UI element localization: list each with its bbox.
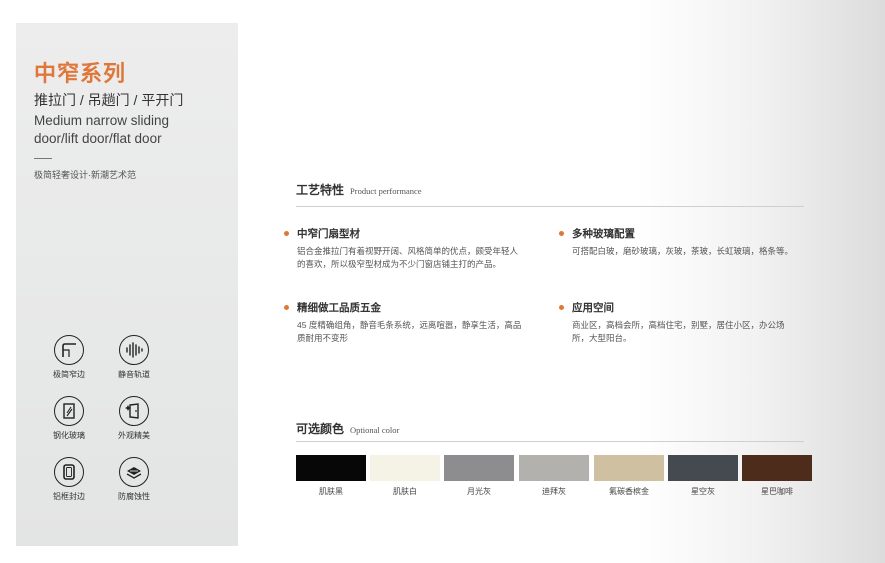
- feature-narrow-edge: 极简窄边: [36, 335, 102, 380]
- color-swatch[interactable]: 星巴咖啡: [742, 455, 812, 497]
- process-title: 中窄门扇型材: [297, 228, 360, 240]
- section-divider: [296, 206, 804, 207]
- color-swatch[interactable]: 星空灰: [668, 455, 738, 497]
- feature-aluminum-edge: 铝框封边: [36, 457, 102, 502]
- process-description: 铝合金推拉门有着视野开阔、风格简单的优点，颇受年轻人的喜欢，所以极窄型材成为不少…: [297, 246, 519, 269]
- color-chip: [296, 455, 366, 481]
- bullet-dot: [559, 305, 564, 310]
- color-name: 氟碳香槟金: [609, 487, 649, 496]
- color-name: 迪拜灰: [542, 487, 566, 496]
- process-item: 精细做工品质五金 45 度精确组角，静音毛条系统，远离喧嚣，静享生活，高品质耐用…: [284, 300, 524, 345]
- feature-label: 铝框封边: [53, 492, 85, 501]
- bullet-dot: [559, 231, 564, 236]
- feature-silent-track: 静音轨道: [101, 335, 167, 380]
- feature-tempered-glass: 钢化玻璃: [36, 396, 102, 441]
- section-subtitle: Product performance: [350, 186, 422, 196]
- series-english-name: Medium narrow sliding door/lift door/fla…: [34, 113, 170, 146]
- aluminum-frame-icon: [54, 457, 84, 487]
- color-swatch[interactable]: 肌肤黑: [296, 455, 366, 497]
- feature-anti-corrosion: 防腐蚀性: [101, 457, 167, 502]
- process-section-heading: 工艺特性 Product performance: [296, 181, 422, 198]
- door-sparkle-icon: [119, 396, 149, 426]
- color-swatch[interactable]: 氟碳香槟金: [594, 455, 664, 497]
- process-item: 多种玻璃配置 可搭配白玻，磨砂玻璃，灰玻，茶玻，长虹玻璃，格条等。: [559, 226, 799, 258]
- feature-fine-appearance: 外观精美: [101, 396, 167, 441]
- color-swatch[interactable]: 迪拜灰: [519, 455, 589, 497]
- section-subtitle: Optional color: [350, 425, 400, 435]
- color-name: 星空灰: [691, 487, 715, 496]
- color-swatch[interactable]: 肌肤白: [370, 455, 440, 497]
- divider: [34, 158, 52, 159]
- section-title: 工艺特性: [296, 183, 345, 197]
- color-chip: [370, 455, 440, 481]
- sound-wave-icon: [119, 335, 149, 365]
- anti-corrosion-icon: [119, 457, 149, 487]
- color-chip: [742, 455, 812, 481]
- section-title: 可选颜色: [296, 422, 345, 436]
- series-title: 中窄系列: [34, 61, 127, 86]
- series-door-types: 推拉门 / 吊趟门 / 平开门: [34, 92, 184, 108]
- color-name: 肌肤白: [393, 487, 417, 496]
- corner-frame-icon: [54, 335, 84, 365]
- color-chip: [594, 455, 664, 481]
- process-item: 中窄门扇型材 铝合金推拉门有着视野开阔、风格简单的优点，颇受年轻人的喜欢，所以极…: [284, 226, 524, 271]
- section-divider: [296, 441, 804, 442]
- process-description: 可搭配白玻，磨砂玻璃，灰玻，茶玻，长虹玻璃，格条等。: [572, 246, 794, 256]
- color-chip: [668, 455, 738, 481]
- feature-label: 防腐蚀性: [118, 492, 150, 501]
- color-name: 月光灰: [467, 487, 491, 496]
- process-title: 精细做工品质五金: [297, 302, 381, 314]
- process-item: 应用空间 商业区，高档会所，高档住宅，别墅，居住小区，办公场所，大型阳台。: [559, 300, 799, 345]
- color-chip: [519, 455, 589, 481]
- feature-label: 静音轨道: [118, 370, 150, 379]
- color-chip: [444, 455, 514, 481]
- bullet-dot: [284, 305, 289, 310]
- feature-label: 钢化玻璃: [53, 431, 85, 440]
- feature-label: 极简窄边: [53, 370, 85, 379]
- process-description: 商业区，高档会所，高档住宅，别墅，居住小区，办公场所，大型阳台。: [572, 320, 785, 343]
- process-title: 多种玻璃配置: [572, 228, 635, 240]
- bullet-dot: [284, 231, 289, 236]
- process-title: 应用空间: [572, 302, 614, 314]
- color-swatch[interactable]: 月光灰: [444, 455, 514, 497]
- series-slogan: 极简轻奢设计·新潮艺术范: [34, 170, 136, 180]
- color-section-heading: 可选颜色 Optional color: [296, 420, 399, 437]
- glass-panel-icon: [54, 396, 84, 426]
- color-name: 肌肤黑: [319, 487, 343, 496]
- feature-label: 外观精美: [118, 431, 150, 440]
- process-description: 45 度精确组角，静音毛条系统，远离喧嚣，静享生活，高品质耐用不变形: [297, 320, 522, 343]
- color-name: 星巴咖啡: [761, 487, 793, 496]
